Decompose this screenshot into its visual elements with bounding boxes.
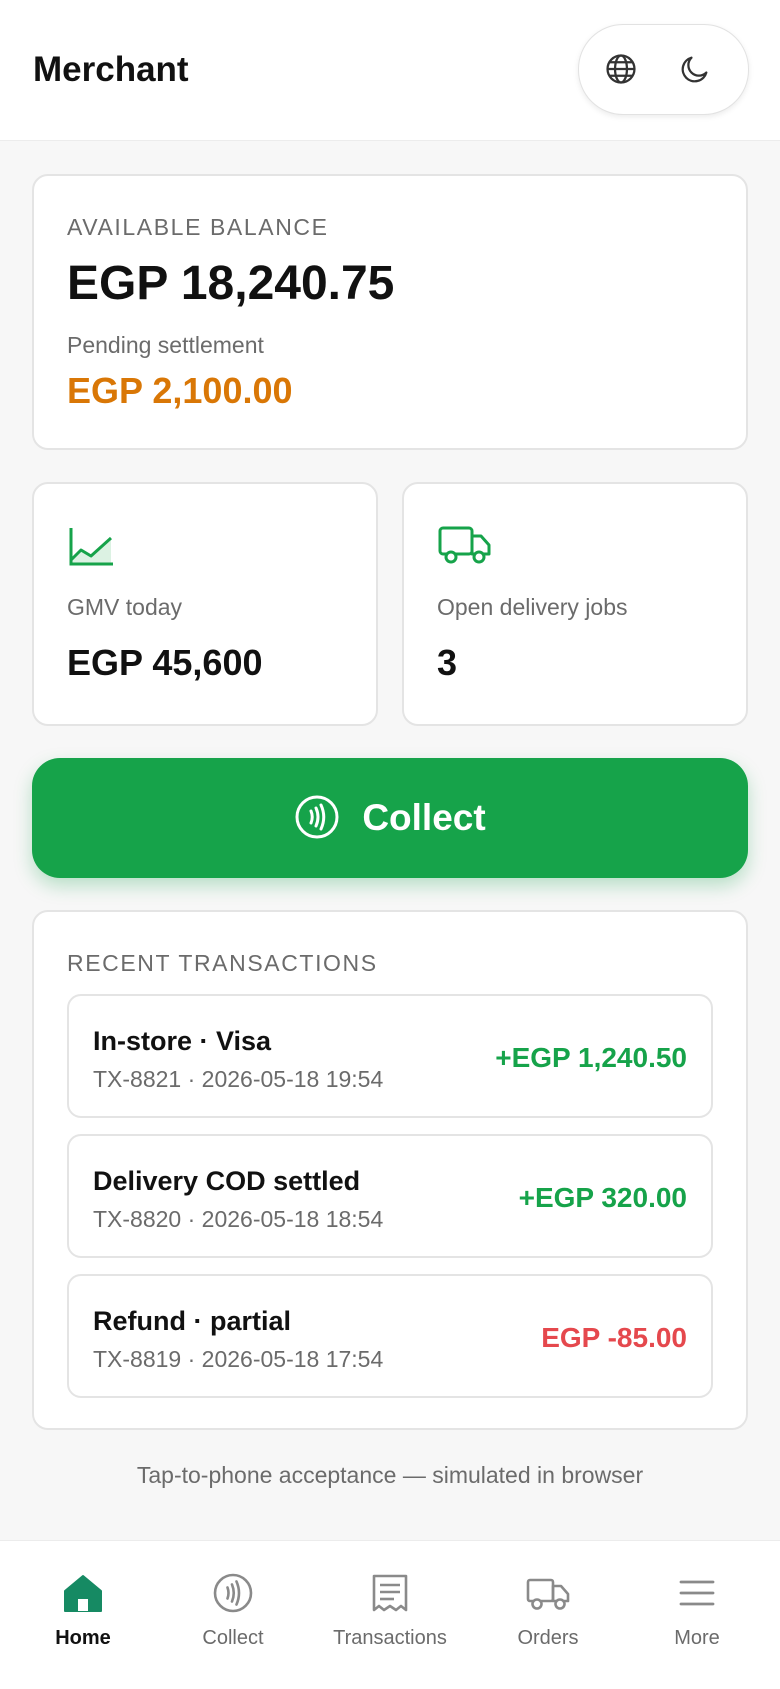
balance-card: AVAILABLE BALANCE EGP 18,240.75 Pending … [32, 174, 748, 450]
nav-item-more[interactable]: More [622, 1561, 772, 1671]
transaction-meta: TX-8819 · 2026-05-18 17:54 [93, 1346, 384, 1372]
collect-button-label: Collect [362, 797, 486, 838]
contactless-icon [294, 794, 340, 843]
transaction-title: Refund · partial [93, 1306, 292, 1336]
receipt-icon [372, 1574, 408, 1612]
chart-line-icon [67, 524, 123, 570]
truck-icon [526, 1578, 570, 1610]
header-actions [578, 24, 749, 115]
gmv-card: GMV today EGP 45,600 [32, 482, 378, 726]
delivery-jobs-card: Open delivery jobs 3 [402, 482, 748, 726]
nav-label: Home [55, 1627, 111, 1649]
transaction-title: In-store · Visa [93, 1026, 272, 1056]
moon-icon[interactable] [675, 49, 715, 89]
transaction-title: Delivery COD settled [93, 1166, 361, 1196]
recent-transactions-card: RECENT TRANSACTIONS In-store · Visa TX-8… [32, 910, 748, 1430]
transaction-amount: +EGP 1,240.50 [495, 1042, 687, 1073]
nav-label: More [674, 1627, 720, 1649]
transaction-row[interactable]: In-store · Visa TX-8821 · 2026-05-18 19:… [67, 994, 713, 1118]
page-title: Merchant [33, 50, 189, 89]
gmv-value: EGP 45,600 [67, 642, 263, 683]
transaction-meta: TX-8821 · 2026-05-18 19:54 [93, 1066, 384, 1092]
transaction-row[interactable]: Delivery COD settled TX-8820 · 2026-05-1… [67, 1134, 713, 1258]
transaction-row[interactable]: Refund · partial TX-8819 · 2026-05-18 17… [67, 1274, 713, 1398]
balance-label: AVAILABLE BALANCE [67, 214, 329, 240]
balance-value: EGP 18,240.75 [67, 257, 395, 310]
transaction-amount: EGP -85.00 [541, 1322, 687, 1353]
nav-item-orders[interactable]: Orders [473, 1561, 623, 1671]
bottom-nav: Home Collect Transactions Orders More [0, 1540, 780, 1689]
nav-item-home[interactable]: Home [8, 1561, 158, 1671]
recent-transactions-label: RECENT TRANSACTIONS [67, 950, 378, 976]
transaction-meta: TX-8820 · 2026-05-18 18:54 [93, 1206, 384, 1232]
delivery-jobs-label: Open delivery jobs [437, 594, 628, 620]
pending-settlement-label: Pending settlement [67, 332, 264, 358]
globe-icon[interactable] [601, 49, 641, 89]
home-icon [64, 1575, 102, 1612]
nav-label: Orders [517, 1627, 579, 1649]
nav-item-transactions[interactable]: Transactions [315, 1561, 465, 1671]
pending-settlement-value: EGP 2,100.00 [67, 370, 293, 411]
nav-label: Transactions [333, 1627, 447, 1649]
collect-button[interactable]: Collect [32, 758, 748, 878]
truck-icon [437, 524, 493, 570]
delivery-jobs-value: 3 [437, 642, 458, 683]
gmv-label: GMV today [67, 594, 183, 620]
nav-item-collect[interactable]: Collect [158, 1561, 308, 1671]
transaction-amount: +EGP 320.00 [518, 1182, 687, 1213]
nav-label: Collect [202, 1627, 264, 1649]
app-header: Merchant [0, 0, 780, 141]
footnote: Tap-to-phone acceptance — simulated in b… [136, 1462, 644, 1488]
menu-icon [679, 1580, 715, 1606]
contactless-icon [213, 1573, 253, 1613]
